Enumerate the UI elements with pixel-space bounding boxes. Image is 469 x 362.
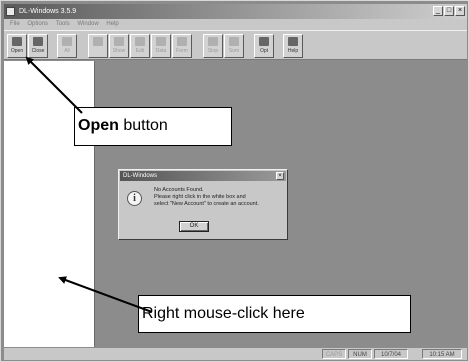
arrow-to-accounts-pane <box>58 276 153 313</box>
annotation-arrows <box>25 56 153 313</box>
arrow-to-open-button <box>25 56 83 114</box>
